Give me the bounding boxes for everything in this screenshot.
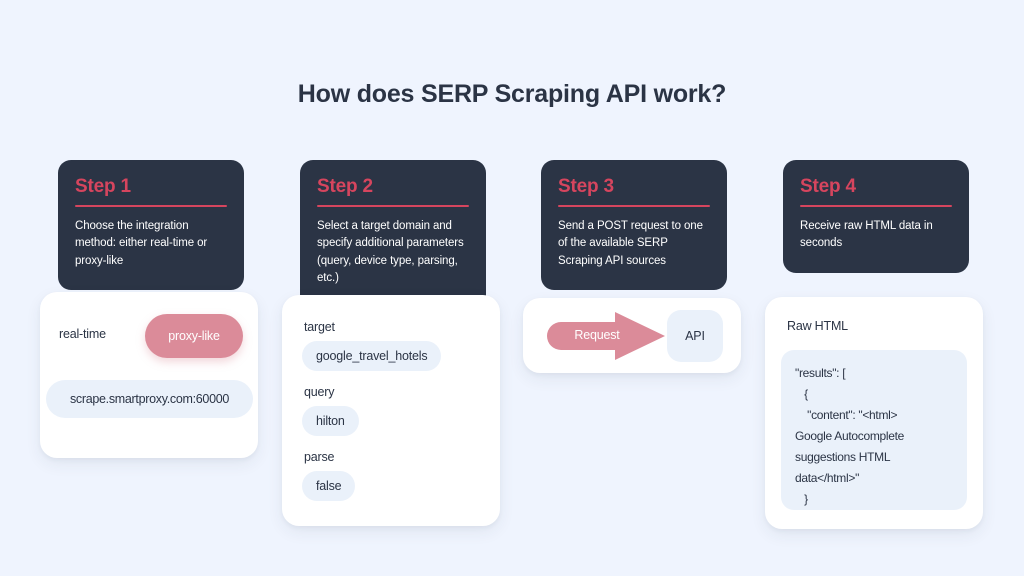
param-value-query[interactable]: hilton xyxy=(302,406,359,436)
proxylike-option[interactable]: proxy-like xyxy=(145,314,243,358)
proxy-host-field[interactable]: scrape.smartproxy.com:60000 xyxy=(46,380,253,418)
raw-html-code-block: "results": [ { "content": "<html> Google… xyxy=(781,350,967,510)
step-1-header-card: Step 1 Choose the integration method: ei… xyxy=(58,160,244,291)
step-4-header-card: Step 4 Receive raw HTML data in seconds xyxy=(783,160,969,273)
step-3-description: Send a POST request to one of the availa… xyxy=(558,219,703,267)
step-1-description: Choose the integration method: either re… xyxy=(75,219,208,267)
param-value-target[interactable]: google_travel_hotels xyxy=(302,341,442,371)
step-2-header-card: Step 2 Select a target domain and specif… xyxy=(300,160,486,308)
api-box[interactable]: API xyxy=(667,310,723,362)
param-label-parse: parse xyxy=(304,450,335,464)
step-4-body-card: Raw HTML "results": [ { "content": "<htm… xyxy=(765,297,983,529)
integration-method-toggle: real-time proxy-like xyxy=(40,314,258,358)
step-3-divider xyxy=(558,204,710,207)
step-column-3: Step 3 Send a POST request to one of the… xyxy=(513,0,763,576)
step-4-description: Receive raw HTML data in seconds xyxy=(800,219,933,250)
step-4-divider xyxy=(800,204,952,207)
step-1-divider xyxy=(75,204,227,207)
request-arrow-icon: Request xyxy=(537,312,665,360)
step-2-label: Step 2 xyxy=(317,176,373,197)
realtime-option[interactable]: real-time xyxy=(59,327,106,341)
step-2-body-card: target google_travel_hotels query hilton… xyxy=(282,295,500,526)
step-1-label: Step 1 xyxy=(75,176,131,197)
step-1-body-card: real-time proxy-like scrape.smartproxy.c… xyxy=(40,292,258,458)
raw-html-label: Raw HTML xyxy=(787,319,848,333)
step-4-label: Step 4 xyxy=(800,176,856,197)
param-label-query: query xyxy=(304,385,335,399)
param-label-target: target xyxy=(304,320,335,334)
param-value-parse[interactable]: false xyxy=(302,471,356,501)
step-3-header-card: Step 3 Send a POST request to one of the… xyxy=(541,160,727,291)
step-2-divider xyxy=(317,204,469,207)
step-3-body-card: Request API xyxy=(523,298,741,373)
request-arrow-label: Request xyxy=(574,328,620,342)
step-2-description: Select a target domain and specify addit… xyxy=(317,219,464,285)
step-column-2: Step 2 Select a target domain and specif… xyxy=(272,0,522,576)
step-column-4: Step 4 Receive raw HTML data in seconds … xyxy=(755,0,1005,576)
step-column-1: Step 1 Choose the integration method: ei… xyxy=(30,0,280,576)
step-3-label: Step 3 xyxy=(558,176,614,197)
